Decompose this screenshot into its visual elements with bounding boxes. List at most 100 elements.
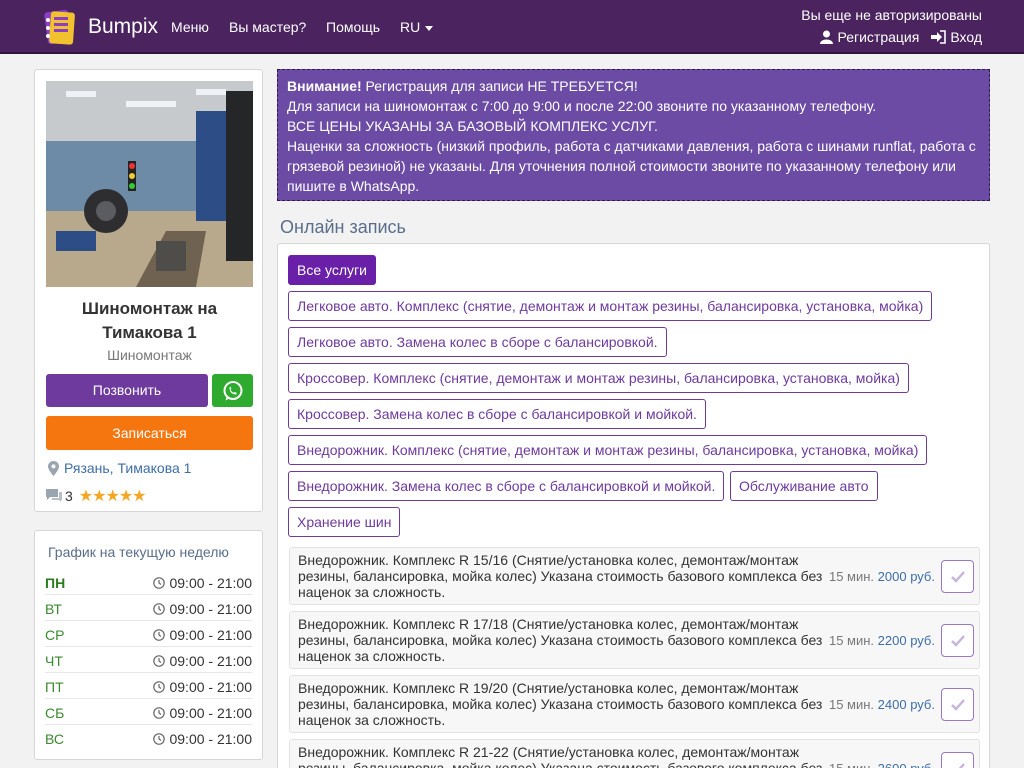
schedule-hours: 09:00 - 21:00 [169, 601, 252, 617]
register-link[interactable]: Регистрация [820, 29, 919, 45]
category-chip[interactable]: Хранение шин [288, 507, 401, 537]
notice-line3: ВСЕ ЦЕНЫ УКАЗАНЫ ЗА БАЗОВЫЙ КОМПЛЕКС УСЛ… [287, 118, 658, 134]
shop-category: Шиномонтаж [107, 347, 192, 363]
service-meta: 15 мин. 2000 руб. [829, 569, 935, 584]
clock-icon [153, 733, 166, 745]
comments-icon [46, 489, 62, 502]
schedule-hours-cell: 09:00 - 21:00 [153, 705, 252, 721]
service-price: 2400 руб. [877, 697, 935, 712]
schedule-day: СБ [45, 705, 65, 721]
shop-name: Шиномонтаж на Тимакова 1 [35, 297, 264, 345]
reviews-summary[interactable]: 3 ★★★★★ [46, 486, 147, 506]
nav-master[interactable]: Вы мастер? [229, 19, 306, 35]
notice-banner: Внимание! Регистрация для записи НЕ ТРЕБ… [277, 69, 990, 201]
select-service-button[interactable] [941, 624, 974, 657]
auth-status: Вы еще не авторизированы [801, 7, 982, 23]
schedule-title: График на текущую неделю [48, 544, 229, 560]
clock-icon [153, 603, 166, 615]
login-link[interactable]: Вход [931, 29, 982, 45]
schedule-row: ВТ 09:00 - 21:00 [45, 595, 252, 621]
select-service-button[interactable] [941, 560, 974, 593]
schedule-day: ПН [45, 575, 66, 591]
service-name: Внедорожник. Комплекс R 15/16 (Снятие/ус… [298, 552, 823, 600]
service-item[interactable]: Внедорожник. Комплекс R 21-22 (Снятие/ус… [289, 739, 980, 768]
service-name: Внедорожник. Комплекс R 21-22 (Снятие/ус… [298, 744, 823, 768]
clock-icon [153, 655, 166, 667]
nav-help[interactable]: Помощь [326, 19, 380, 35]
select-service-button[interactable] [941, 688, 974, 721]
schedule-day: СР [45, 627, 65, 643]
category-chip[interactable]: Внедорожник. Замена колес в сборе с бала… [288, 471, 725, 501]
category-chip[interactable]: Кроссовер. Комплекс (снятие, демонтаж и … [288, 363, 909, 393]
category-chip-all[interactable]: Все услуги [288, 255, 376, 285]
service-price: 2600 руб. [878, 761, 935, 768]
login-label: Вход [950, 29, 982, 45]
service-duration: 15 мин. [829, 761, 874, 768]
clock-icon [153, 629, 166, 641]
schedule-hours-cell: 09:00 - 21:00 [153, 731, 252, 747]
language-dropdown[interactable]: RU [400, 19, 434, 35]
language-label: RU [400, 19, 421, 35]
notice-line1: Регистрация для записи НЕ ТРЕБУЕТСЯ! [361, 78, 638, 94]
clock-icon [153, 707, 166, 719]
whatsapp-button[interactable] [212, 374, 253, 407]
check-icon [952, 762, 965, 768]
schedule-hours-cell: 09:00 - 21:00 [153, 627, 252, 643]
service-duration: 15 мин. [828, 697, 875, 712]
schedule-hours-cell: 09:00 - 21:00 [153, 679, 252, 695]
schedule-hours: 09:00 - 21:00 [169, 679, 252, 695]
caret-down-icon [425, 25, 434, 31]
schedule-row: ВС 09:00 - 21:00 [45, 725, 252, 751]
shop-card: Шиномонтаж на Тимакова 1 Шиномонтаж Позв… [34, 69, 263, 512]
category-chip[interactable]: Легковое авто. Комплекс (снятие, демонта… [288, 291, 933, 321]
schedule-hours-cell: 09:00 - 21:00 [153, 653, 252, 669]
category-chip[interactable]: Легковое авто. Замена колес в сборе с ба… [288, 327, 667, 357]
whatsapp-icon [223, 380, 242, 400]
shop-name-line1: Шиномонтаж на [81, 299, 218, 318]
address-text: Рязань, Тимакова 1 [64, 460, 192, 476]
map-marker-icon [48, 460, 59, 476]
nav-menu[interactable]: Меню [171, 19, 209, 35]
service-price: 2200 руб. [877, 633, 935, 648]
service-meta: 15 мин. 2200 руб. [829, 633, 935, 648]
service-item[interactable]: Внедорожник. Комплекс R 19/20 (Снятие/ус… [289, 675, 980, 733]
schedule-day: ВТ [45, 601, 62, 617]
schedule-hours: 09:00 - 21:00 [169, 731, 252, 747]
online-booking-title: Онлайн запись [280, 217, 406, 237]
service-meta: 15 мин. 2600 руб. [829, 761, 935, 768]
schedule-hours-cell: 09:00 - 21:00 [153, 575, 252, 591]
schedule-hours: 09:00 - 21:00 [169, 627, 252, 643]
shop-photo[interactable] [46, 81, 253, 287]
schedule-row: СР 09:00 - 21:00 [45, 621, 252, 647]
select-service-button[interactable] [941, 752, 974, 768]
top-navbar: Bumpix Меню Вы мастер? Помощь RU Вы еще … [0, 0, 1024, 54]
user-icon [820, 30, 834, 44]
service-name: Внедорожник. Комплекс R 19/20 (Снятие/ус… [298, 680, 823, 728]
book-button[interactable]: Записаться [46, 416, 253, 450]
check-icon [950, 570, 965, 583]
category-chip[interactable]: Внедорожник. Комплекс (снятие, демонтаж … [288, 435, 928, 465]
service-item[interactable]: Внедорожник. Комплекс R 15/16 (Снятие/ус… [289, 547, 980, 605]
schedule-hours: 09:00 - 21:00 [169, 705, 252, 721]
shop-address[interactable]: Рязань, Тимакова 1 [48, 460, 191, 476]
category-chip[interactable]: Кроссовер. Замена колес в сборе с баланс… [288, 399, 706, 429]
category-chip[interactable]: Обслуживание авто [730, 471, 878, 501]
schedule-day: ПТ [45, 679, 64, 695]
schedule-hours: 09:00 - 21:00 [169, 575, 252, 591]
reviews-count: 3 [65, 488, 73, 504]
service-price: 2000 руб. [877, 569, 935, 584]
schedule-row: ПН 09:00 - 21:00 [45, 569, 252, 595]
rating-stars: ★★★★★ [78, 488, 147, 505]
check-icon [950, 698, 965, 711]
service-meta: 15 мин. 2400 руб. [829, 697, 935, 712]
service-name: Внедорожник. Комплекс R 17/18 (Снятие/ус… [298, 616, 823, 664]
brand-name[interactable]: Bumpix [88, 15, 158, 39]
schedule-day: ВС [45, 731, 64, 747]
sign-in-icon [931, 30, 947, 44]
clock-icon [153, 577, 166, 589]
service-item[interactable]: Внедорожник. Комплекс R 17/18 (Снятие/ус… [289, 611, 980, 669]
notice-line2: Для записи на шиномонтаж с 7:00 до 9:00 … [287, 98, 877, 114]
schedule-day: ЧТ [45, 653, 63, 669]
bumpix-logo-icon[interactable] [42, 8, 78, 46]
call-button[interactable]: Позвонить [46, 374, 208, 407]
